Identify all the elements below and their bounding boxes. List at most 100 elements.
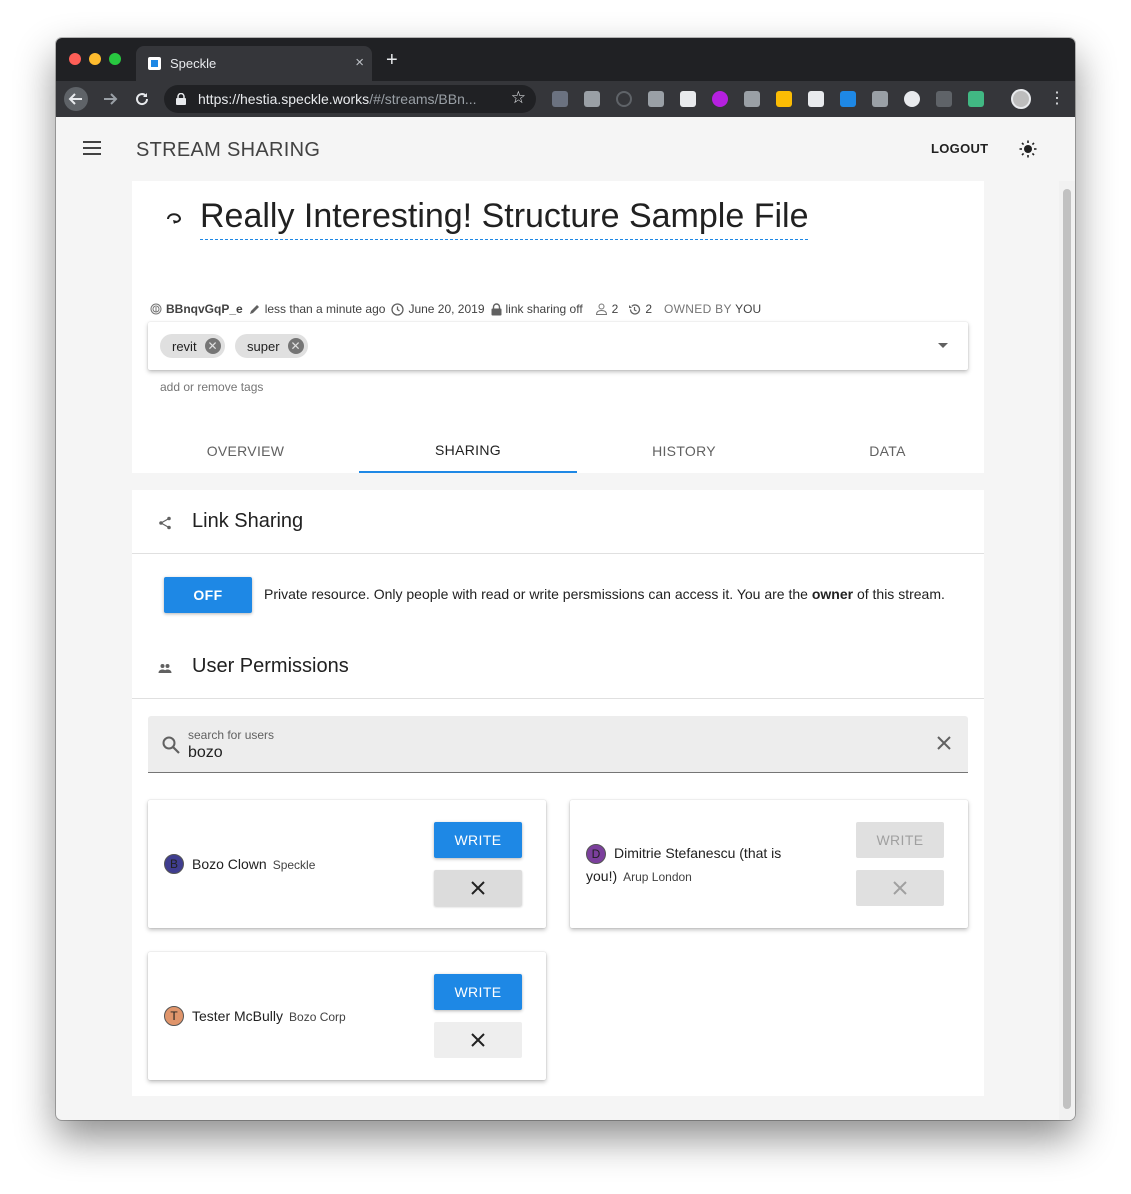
scrollbar-thumb[interactable]: [1063, 189, 1071, 1109]
tab-history[interactable]: HISTORY: [577, 429, 791, 473]
minimize-window-button[interactable]: [89, 53, 101, 65]
link-sharing-title: Link Sharing: [192, 510, 304, 532]
tag-label: revit: [172, 338, 197, 354]
link-sharing-header: Link Sharing: [132, 490, 984, 554]
extension-drive-gray-icon[interactable]: [744, 91, 760, 107]
arrow-left-icon: [68, 93, 82, 105]
clock-icon: [391, 302, 405, 316]
history-icon: [629, 303, 641, 315]
maximize-window-button[interactable]: [109, 53, 121, 65]
tab-overview[interactable]: OVERVIEW: [132, 429, 359, 473]
reload-button[interactable]: [130, 87, 154, 111]
tags-select[interactable]: revit ✕ super ✕: [148, 322, 968, 370]
extension-blue-icon[interactable]: [840, 91, 856, 107]
people-icon: [158, 664, 172, 673]
extension-google-drive-icon[interactable]: [776, 91, 792, 107]
write-permission-button[interactable]: WRITE: [434, 974, 522, 1010]
user-org: Arup London: [623, 870, 692, 884]
avatar: B: [164, 854, 184, 874]
lock-icon: [491, 302, 502, 315]
extension-hand-icon[interactable]: [904, 91, 920, 107]
stream-id: BBnqvGqP_e: [150, 302, 243, 316]
tag-chip-super[interactable]: super ✕: [235, 334, 308, 358]
forward-button[interactable]: [98, 87, 122, 111]
avatar: T: [164, 1006, 184, 1026]
extension-bulb-icon[interactable]: [648, 91, 664, 107]
sharing-card: Link Sharing OFF Private resource. Only …: [132, 490, 984, 1096]
tag-chip-revit[interactable]: revit ✕: [160, 334, 225, 358]
address-bar[interactable]: https://hestia.speckle.works/#/streams/B…: [164, 85, 536, 113]
caret-down-icon[interactable]: [938, 343, 948, 348]
browser-menu-icon[interactable]: ⋮: [1047, 89, 1067, 109]
extension-docs-icon[interactable]: [808, 91, 824, 107]
extension-purple-icon[interactable]: [712, 91, 728, 107]
search-label: search for users: [188, 728, 275, 742]
extension-chat-icon[interactable]: [936, 91, 952, 107]
user-card-dimitrie-stefanescu: D Dimitrie Stefanescu (that is you!) Arup…: [570, 800, 968, 928]
new-tab-button[interactable]: +: [386, 50, 398, 70]
close-icon: [471, 1033, 485, 1047]
user-name: Tester McBully Bozo Corp: [192, 1008, 346, 1024]
tag-label: super: [247, 338, 280, 354]
user-card-tester-mcbully: T Tester McBully Bozo Corp WRITE: [148, 952, 546, 1080]
extension-vue-icon[interactable]: [968, 91, 984, 107]
user-name: Bozo Clown Speckle: [192, 856, 316, 872]
tab-data[interactable]: DATA: [791, 429, 984, 473]
bookmark-star-icon[interactable]: ☆: [511, 88, 526, 108]
stream-owner: OWNED BY YOU: [664, 302, 762, 316]
tab-sharing[interactable]: SHARING: [359, 429, 577, 473]
user-card-bozo-clown: B Bozo Clown Speckle WRITE: [148, 800, 546, 928]
tab-close-icon[interactable]: ×: [355, 54, 364, 72]
stream-meta-row: BBnqvGqP_e less than a minute ago June 2…: [150, 300, 767, 318]
browser-tab[interactable]: Speckle ×: [136, 46, 372, 81]
tags-hint: add or remove tags: [160, 380, 264, 394]
clear-icon[interactable]: [936, 735, 952, 751]
pencil-icon: [249, 305, 259, 314]
user-permissions-header: User Permissions: [132, 635, 984, 699]
extension-g-icon[interactable]: [872, 91, 888, 107]
logout-button[interactable]: LOGOUT: [931, 141, 988, 156]
stream-edited: less than a minute ago: [249, 302, 385, 316]
user-name: Dimitrie Stefanescu (that is: [614, 845, 782, 861]
reload-icon: [136, 93, 149, 106]
page-scrollbar[interactable]: [1059, 181, 1075, 1120]
fingerprint-icon: [150, 303, 162, 315]
close-icon: [893, 881, 907, 895]
profile-avatar[interactable]: [1011, 89, 1031, 109]
user-search-field[interactable]: search for users bozo: [148, 716, 968, 773]
extension-circle-icon[interactable]: [616, 91, 632, 107]
extension-ublock-icon[interactable]: [552, 91, 568, 107]
search-input[interactable]: bozo: [188, 744, 223, 762]
stream-link-sharing-status: link sharing off: [491, 302, 583, 316]
browser-tab-title: Speckle: [170, 56, 217, 71]
hamburger-menu-icon[interactable]: [83, 141, 101, 155]
app-bar: STREAM SHARING LOGOUT: [56, 117, 1075, 181]
url-text: https://hestia.speckle.works/#/streams/B…: [198, 91, 477, 107]
stream-history-count: 2: [628, 302, 652, 316]
browser-tab-bar: Speckle × +: [56, 38, 1075, 81]
close-window-button[interactable]: [69, 53, 81, 65]
browser-toolbar: https://hestia.speckle.works/#/streams/B…: [56, 81, 1075, 117]
remove-user-button[interactable]: [434, 1022, 522, 1058]
extension-camera-icon[interactable]: [584, 91, 600, 107]
link-sharing-toggle-button[interactable]: OFF: [164, 577, 252, 613]
sun-icon[interactable]: [1019, 140, 1037, 158]
link-sharing-description: Private resource. Only people with read …: [264, 586, 945, 602]
remove-user-button[interactable]: [434, 870, 522, 906]
stream-link-icon: [167, 213, 182, 224]
chip-close-icon[interactable]: ✕: [287, 338, 304, 354]
user-name-continued: you!) Arup London: [586, 868, 692, 884]
stream-header-card: Really Interesting! Structure Sample Fil…: [132, 181, 984, 473]
share-icon: [159, 516, 171, 530]
avatar: D: [586, 844, 606, 864]
chip-close-icon[interactable]: ✕: [204, 338, 221, 354]
write-permission-button: WRITE: [856, 822, 944, 858]
stream-tabs: OVERVIEW SHARING HISTORY DATA: [132, 429, 984, 473]
stream-date: June 20, 2019: [391, 302, 485, 316]
back-button[interactable]: [64, 87, 88, 111]
user-org: Speckle: [272, 858, 316, 872]
write-permission-button[interactable]: WRITE: [434, 822, 522, 858]
arrow-right-icon: [104, 93, 118, 105]
extension-archive-icon[interactable]: [680, 91, 696, 107]
stream-title[interactable]: Really Interesting! Structure Sample Fil…: [200, 195, 809, 240]
